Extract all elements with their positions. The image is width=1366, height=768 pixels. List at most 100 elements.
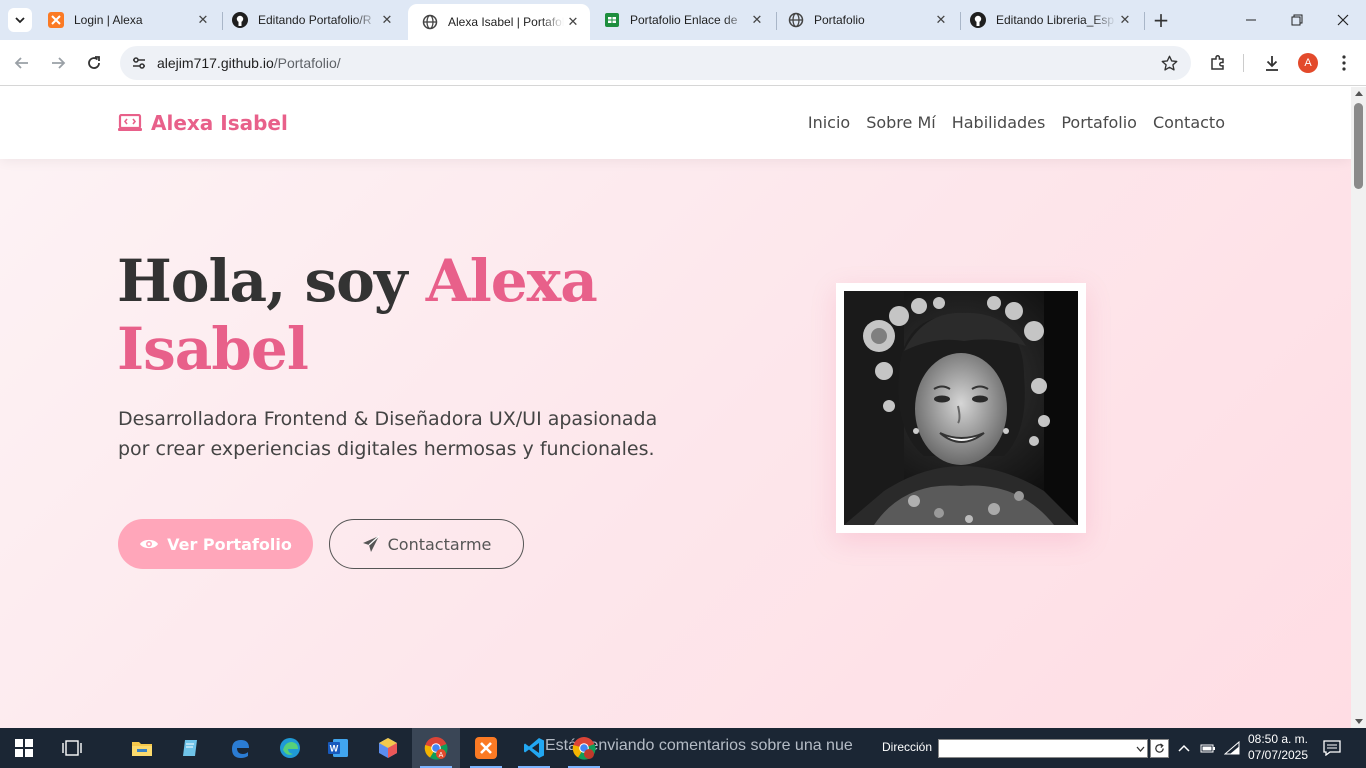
profile-avatar[interactable]: A (1298, 53, 1318, 73)
address-toolbar-input[interactable] (938, 739, 1148, 758)
file-explorer-button[interactable] (118, 728, 166, 768)
vscode-button[interactable] (510, 728, 558, 768)
downloads-button[interactable] (1258, 49, 1286, 77)
tab-login-alexa[interactable]: Login | Alexa ✕ (34, 0, 220, 40)
minimize-button[interactable] (1228, 0, 1274, 40)
clock-time: 08:50 a. m. (1247, 732, 1309, 746)
clock-date: 07/07/2025 (1247, 748, 1309, 762)
back-button[interactable] (8, 49, 36, 77)
tab-portafolio-enlace[interactable]: Portafolio Enlace de ✕ (590, 0, 774, 40)
system-clock[interactable]: 08:50 a. m. 07/07/2025 (1246, 731, 1310, 763)
task-view-button[interactable] (48, 728, 96, 768)
xampp-icon (475, 737, 497, 759)
tab-portafolio[interactable]: Portafolio ✕ (774, 0, 958, 40)
page-scrollbar[interactable] (1351, 87, 1366, 728)
url-text[interactable]: alejim717.github.io/Portafolio/ (157, 55, 341, 71)
chevron-up-icon (1178, 744, 1190, 752)
tab-strip: Login | Alexa ✕ Editando Portafolio/R ✕ … (0, 0, 1366, 40)
scroll-up-arrow-icon[interactable] (1355, 91, 1363, 96)
wifi-icon (1224, 741, 1240, 755)
tab-divider (1144, 12, 1145, 30)
tab-title: Portafolio (814, 13, 865, 27)
close-icon[interactable]: ✕ (194, 11, 212, 29)
contactarme-button[interactable]: Contactarme (329, 519, 524, 569)
sheets-icon (604, 12, 620, 28)
logo-text: Alexa Isabel (151, 111, 288, 135)
nav-portafolio[interactable]: Portafolio (1061, 113, 1137, 132)
chrome-button[interactable]: A (412, 728, 460, 768)
hero-title: Hola, soy Alexa Isabel (117, 247, 677, 383)
nav-inicio[interactable]: Inicio (808, 113, 850, 132)
chevron-down-icon (1136, 746, 1144, 752)
nav-habilidades[interactable]: Habilidades (952, 113, 1046, 132)
tab-editando-libreria[interactable]: Editando Libreria_Esp ✕ (956, 0, 1142, 40)
notepad-button[interactable] (166, 728, 214, 768)
extensions-button[interactable] (1204, 49, 1232, 77)
tab-alexa-isabel-portafolio[interactable]: Alexa Isabel | Portafol ✕ (408, 4, 590, 40)
folder-icon (132, 742, 152, 756)
notification-icon (1323, 740, 1341, 756)
tray-expand-button[interactable] (1176, 740, 1192, 756)
edge-legacy-button[interactable] (216, 728, 264, 768)
ver-portafolio-label: Ver Portafolio (167, 534, 292, 554)
windows-logo-icon (15, 739, 33, 757)
close-icon[interactable]: ✕ (1116, 11, 1134, 29)
site-logo[interactable]: Alexa Isabel (118, 111, 288, 135)
scroll-thumb[interactable] (1354, 103, 1363, 189)
ver-portafolio-button[interactable]: Ver Portafolio (118, 519, 313, 569)
task-view-icon (62, 740, 82, 756)
close-icon[interactable]: ✕ (378, 11, 396, 29)
refresh-icon (1155, 743, 1164, 753)
close-icon[interactable]: ✕ (932, 11, 950, 29)
globe-icon (788, 12, 804, 28)
paper-plane-icon (362, 535, 380, 552)
xampp-button[interactable] (462, 728, 510, 768)
profile-photo (844, 291, 1078, 525)
address-bar[interactable]: alejim717.github.io/Portafolio/ (120, 46, 1191, 80)
app-cube-button[interactable] (364, 728, 412, 768)
toolbar-divider (1243, 54, 1244, 72)
github-icon (970, 12, 986, 28)
address-go-button[interactable] (1150, 739, 1169, 758)
close-icon[interactable]: ✕ (564, 13, 582, 31)
nav-sobre-mi[interactable]: Sobre Mí (866, 113, 936, 132)
notepad-icon (183, 740, 197, 756)
site-settings-icon[interactable] (128, 52, 150, 74)
edge-button[interactable] (266, 728, 314, 768)
minimize-icon (1246, 19, 1256, 21)
bookmark-star-icon[interactable] (1159, 53, 1179, 73)
vscode-icon (524, 738, 544, 758)
browser-menu-button[interactable] (1330, 49, 1358, 77)
network-tray-button[interactable] (1224, 740, 1240, 756)
scroll-down-arrow-icon[interactable] (1355, 719, 1363, 724)
tab-title: Editando Portafolio/R (258, 13, 372, 27)
address-toolbar-label: Dirección (882, 740, 933, 754)
restore-button[interactable] (1274, 0, 1320, 40)
laptop-code-icon (118, 114, 142, 131)
new-tab-button[interactable]: + (1150, 8, 1172, 32)
tab-editando-portafolio[interactable]: Editando Portafolio/R ✕ (218, 0, 404, 40)
battery-tray-button[interactable] (1200, 740, 1216, 756)
close-icon[interactable]: ✕ (748, 11, 766, 29)
close-window-button[interactable] (1320, 0, 1366, 40)
address-dropdown-button[interactable] (1133, 739, 1147, 758)
start-button[interactable] (0, 728, 48, 768)
puzzle-icon (1211, 55, 1224, 70)
forward-button[interactable] (44, 49, 72, 77)
notification-center-button[interactable] (1322, 738, 1342, 758)
reload-button[interactable] (80, 49, 108, 77)
eye-icon (140, 539, 159, 549)
svg-text:W: W (330, 744, 339, 754)
page-viewport: Alexa Isabel Inicio Sobre Mí Habilidades… (0, 87, 1351, 728)
windows-taskbar: Estás enviando comentarios sobre una nue… (0, 728, 1366, 768)
word-icon: W (328, 739, 348, 757)
url-host: alejim717.github.io (157, 55, 274, 71)
word-button[interactable]: W (314, 728, 362, 768)
nav-contacto[interactable]: Contacto (1153, 113, 1225, 132)
tab-search-button[interactable] (8, 8, 32, 32)
site-header: Alexa Isabel Inicio Sobre Mí Habilidades… (0, 87, 1351, 159)
url-path: /Portafolio/ (273, 55, 341, 71)
chrome-icon: A (424, 737, 448, 760)
chrome-profile-button[interactable] (560, 728, 608, 768)
cube-icon (379, 738, 397, 758)
